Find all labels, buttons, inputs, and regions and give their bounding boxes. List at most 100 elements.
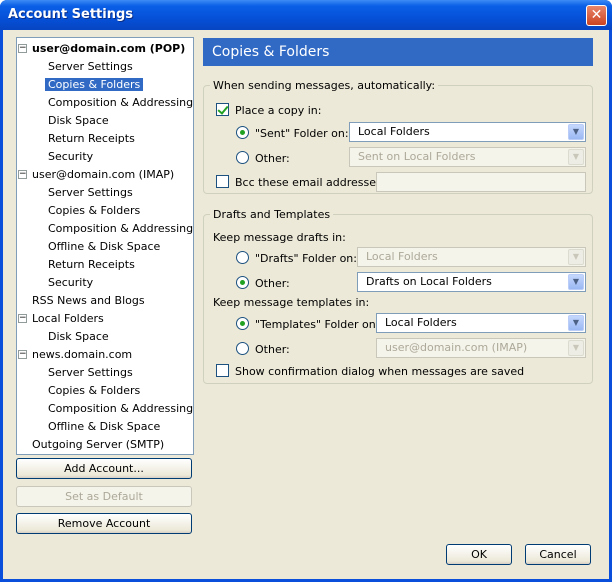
close-button[interactable]: ✕ bbox=[586, 5, 607, 26]
tree-collapse-icon[interactable]: − bbox=[18, 44, 27, 53]
tree-subitem[interactable]: Composition & Addressing bbox=[45, 94, 194, 112]
page-title: Copies & Folders bbox=[203, 38, 593, 66]
tree-subitem[interactable]: Server Settings bbox=[45, 58, 193, 76]
templates-folder-value: Local Folders bbox=[385, 316, 457, 329]
tree-collapse-icon[interactable]: − bbox=[18, 314, 27, 323]
sent-folder-select[interactable]: Local Folders ▼ bbox=[349, 122, 586, 142]
tree-subitem[interactable]: Copies & Folders bbox=[45, 382, 193, 400]
tree-subitem[interactable]: Return Receipts bbox=[45, 256, 193, 274]
chevron-down-icon[interactable]: ▼ bbox=[568, 340, 584, 356]
ok-button-label: OK bbox=[471, 548, 487, 561]
title-bar[interactable]: Account Settings ✕ bbox=[0, 0, 612, 30]
tree-subitem[interactable]: Composition & Addressing bbox=[45, 400, 194, 418]
tree-item-label: Server Settings bbox=[48, 366, 133, 379]
templates-other-select[interactable]: user@domain.com (IMAP) ▼ bbox=[376, 338, 586, 358]
chevron-down-icon[interactable]: ▼ bbox=[568, 149, 584, 165]
tree-item-label: Offline & Disk Space bbox=[48, 420, 161, 433]
templates-other-value: user@domain.com (IMAP) bbox=[385, 341, 528, 354]
drafts-legend: Drafts and Templates bbox=[210, 208, 334, 221]
tree-subitem[interactable]: Security bbox=[45, 148, 193, 166]
cancel-button[interactable]: Cancel bbox=[525, 544, 591, 565]
bcc-checkbox[interactable] bbox=[216, 175, 229, 188]
templates-folder-select[interactable]: Local Folders ▼ bbox=[376, 313, 586, 333]
tree-account-item[interactable]: − user@domain.com (IMAP) bbox=[18, 166, 193, 184]
tree-item-label: Composition & Addressing bbox=[48, 96, 194, 109]
tree-subitem[interactable]: Server Settings bbox=[45, 184, 193, 202]
tree-item-label: Security bbox=[48, 150, 94, 163]
chevron-down-icon[interactable]: ▼ bbox=[568, 249, 584, 265]
sent-folder-label: "Sent" Folder on: bbox=[255, 127, 349, 140]
tree-subitem[interactable]: Composition & Addressing bbox=[45, 220, 193, 238]
dialog-client-area: − user@domain.com (POP) Server Settings Cop… bbox=[3, 30, 609, 579]
drafts-templates-group: Drafts and Templates Keep message drafts… bbox=[203, 208, 593, 384]
place-copy-label: Place a copy in: bbox=[235, 104, 322, 117]
tree-subitem[interactable]: Return Receipts bbox=[45, 130, 193, 148]
account-tree[interactable]: − user@domain.com (POP) Server Settings Cop… bbox=[16, 37, 194, 455]
sent-other-label: Other: bbox=[255, 152, 290, 165]
tree-subitem[interactable]: Server Settings bbox=[45, 364, 193, 382]
tree-subitem[interactable]: Disk Space bbox=[45, 112, 193, 130]
sending-group: When sending messages, automatically: Pl… bbox=[203, 79, 593, 194]
templates-other-radio[interactable] bbox=[236, 342, 249, 355]
sent-other-select[interactable]: Sent on Local Folders ▼ bbox=[349, 147, 586, 167]
keep-drafts-label: Keep message drafts in: bbox=[213, 231, 346, 244]
tree-subitem[interactable]: Offline & Disk Space bbox=[45, 418, 193, 436]
tree-item-label: Composition & Addressing bbox=[48, 402, 194, 415]
tree-account-item[interactable]: − user@domain.com (POP) bbox=[18, 40, 193, 58]
tree-account-item[interactable]: − news.domain.com bbox=[18, 346, 193, 364]
confirm-dialog-label: Show confirmation dialog when messages a… bbox=[235, 365, 525, 378]
confirm-dialog-checkbox[interactable] bbox=[216, 364, 229, 377]
tree-item-label: Return Receipts bbox=[48, 258, 135, 271]
tree-subitem[interactable]: Disk Space bbox=[45, 328, 193, 346]
tree-item-label: Copies & Folders bbox=[48, 204, 141, 217]
cancel-button-label: Cancel bbox=[539, 548, 577, 561]
keep-templates-label: Keep message templates in: bbox=[213, 296, 370, 309]
chevron-down-icon[interactable]: ▼ bbox=[568, 124, 584, 140]
tree-collapse-icon[interactable]: − bbox=[18, 350, 27, 359]
drafts-other-radio[interactable] bbox=[236, 276, 249, 289]
tree-item-label: Disk Space bbox=[48, 114, 109, 127]
add-account-button[interactable]: Add Account... bbox=[16, 458, 192, 479]
tree-account-item[interactable]: Outgoing Server (SMTP) bbox=[29, 436, 193, 454]
drafts-folder-radio[interactable] bbox=[236, 251, 249, 264]
drafts-other-label: Other: bbox=[255, 277, 290, 290]
tree-item-label: Copies & Folders bbox=[45, 78, 144, 91]
tree-subitem[interactable]: Offline & Disk Space bbox=[45, 238, 193, 256]
tree-subitem[interactable]: Copies & Folders bbox=[45, 76, 193, 94]
chevron-down-icon[interactable]: ▼ bbox=[568, 274, 584, 290]
place-copy-checkbox[interactable] bbox=[216, 103, 229, 116]
tree-account-item[interactable]: − Local Folders bbox=[18, 310, 193, 328]
tree-item-label: Outgoing Server (SMTP) bbox=[32, 438, 165, 451]
tree-subitem[interactable]: Security bbox=[45, 274, 193, 292]
tree-item-label: Security bbox=[48, 276, 94, 289]
tree-account-item[interactable]: RSS News and Blogs bbox=[29, 292, 193, 310]
drafts-other-value: Drafts on Local Folders bbox=[366, 275, 492, 288]
ok-button[interactable]: OK bbox=[446, 544, 512, 565]
sending-legend: When sending messages, automatically: bbox=[210, 79, 439, 92]
bcc-addresses-input[interactable] bbox=[376, 172, 586, 192]
tree-item-label: RSS News and Blogs bbox=[32, 294, 145, 307]
tree-item-label: Server Settings bbox=[48, 60, 133, 73]
tree-item-label: Offline & Disk Space bbox=[48, 240, 161, 253]
bcc-label: Bcc these email addresses: bbox=[235, 176, 386, 189]
templates-folder-radio[interactable] bbox=[236, 317, 249, 330]
templates-folder-label: "Templates" Folder on: bbox=[255, 318, 380, 331]
sent-folder-radio[interactable] bbox=[236, 126, 249, 139]
tree-item-label: Server Settings bbox=[48, 186, 133, 199]
close-icon: ✕ bbox=[590, 7, 603, 23]
tree-item-label: Return Receipts bbox=[48, 132, 135, 145]
tree-item-label: news.domain.com bbox=[32, 348, 133, 361]
templates-other-label: Other: bbox=[255, 343, 290, 356]
tree-subitem[interactable]: Copies & Folders bbox=[45, 202, 193, 220]
drafts-folder-value: Local Folders bbox=[366, 250, 438, 263]
remove-account-button-label: Remove Account bbox=[57, 517, 151, 530]
set-as-default-button[interactable]: Set as Default bbox=[16, 486, 192, 507]
sent-other-value: Sent on Local Folders bbox=[358, 150, 476, 163]
chevron-down-icon[interactable]: ▼ bbox=[568, 315, 584, 331]
tree-collapse-icon[interactable]: − bbox=[18, 170, 27, 179]
drafts-folder-label: "Drafts" Folder on: bbox=[255, 252, 357, 265]
drafts-other-select[interactable]: Drafts on Local Folders ▼ bbox=[357, 272, 586, 292]
drafts-folder-select[interactable]: Local Folders ▼ bbox=[357, 247, 586, 267]
remove-account-button[interactable]: Remove Account bbox=[16, 513, 192, 534]
sent-other-radio[interactable] bbox=[236, 151, 249, 164]
